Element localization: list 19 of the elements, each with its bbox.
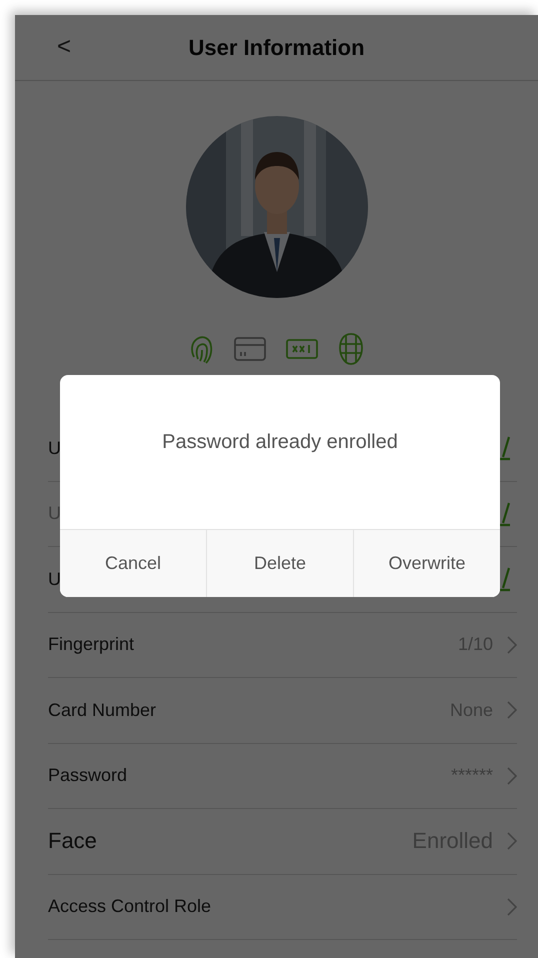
pencil-icon[interactable] [499, 566, 511, 592]
row-label: Access Control Role [48, 896, 212, 918]
row-label: Password [48, 765, 128, 786]
pencil-icon[interactable] [499, 435, 511, 462]
dialog-message: Password already enrolled [162, 430, 398, 454]
chevron-right-icon [507, 636, 517, 654]
chevron-right-icon [507, 701, 517, 720]
chevron-right-icon [507, 898, 517, 916]
chevron-right-icon [507, 766, 517, 785]
page-title: User Information [188, 34, 365, 60]
row-label: U [48, 438, 61, 459]
row-label: Card Number [48, 700, 156, 721]
pencil-icon[interactable] [499, 500, 511, 527]
chevron-right-icon [507, 832, 517, 850]
row-label: U [48, 568, 61, 590]
dialog-button[interactable]: Overwrite [353, 530, 500, 597]
row-value: ****** [450, 765, 493, 786]
row-label: Face [48, 828, 97, 854]
row-label: Fingerprint [48, 634, 134, 656]
